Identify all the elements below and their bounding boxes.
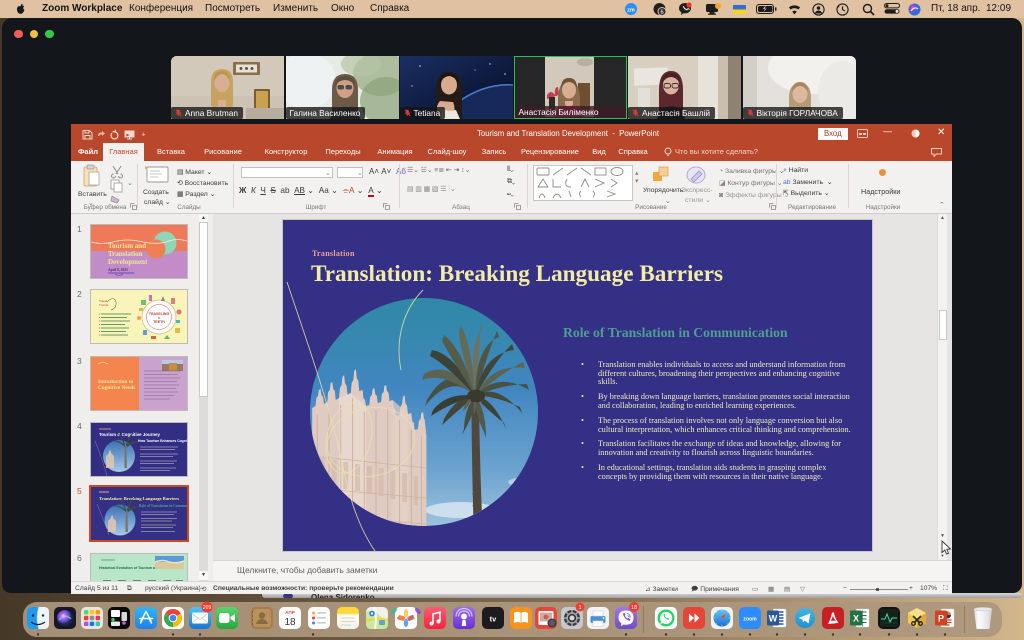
svg-text:Trends: Trends [99, 303, 109, 307]
svg-text:Tourism and: Tourism and [108, 242, 146, 250]
svg-text:18: 18 [631, 605, 637, 611]
svg-text:W: W [769, 613, 778, 623]
svg-text:P: P [938, 613, 944, 623]
svg-text:zm: zm [627, 8, 635, 14]
svg-text:April 8, 2025: April 8, 2025 [108, 268, 128, 272]
svg-text:Translation: Breaking Language: Translation: Breaking Language Barriers [99, 496, 179, 501]
svg-text:АПР: АПР [285, 610, 294, 615]
svg-text:tv: tv [490, 614, 497, 623]
svg-text:How Tourism Enhances Cognitive: How Tourism Enhances Cognitive Developme… [138, 439, 187, 443]
svg-text:X: X [853, 613, 859, 623]
svg-text:18: 18 [284, 617, 296, 628]
svg-text:Translation: Translation [108, 250, 143, 258]
svg-text:Cognitive Needs: Cognitive Needs [98, 385, 135, 391]
svg-text:1: 1 [578, 605, 581, 611]
svg-text:Role of Translation in Communi: Role of Translation in Communication [139, 504, 187, 508]
svg-text:TEETH: TEETH [153, 320, 165, 324]
svg-text:Development: Development [108, 258, 148, 266]
svg-text:zoom: zoom [743, 616, 757, 622]
svg-text:209: 209 [203, 605, 212, 611]
svg-text:TRAVELING: TRAVELING [149, 312, 170, 316]
